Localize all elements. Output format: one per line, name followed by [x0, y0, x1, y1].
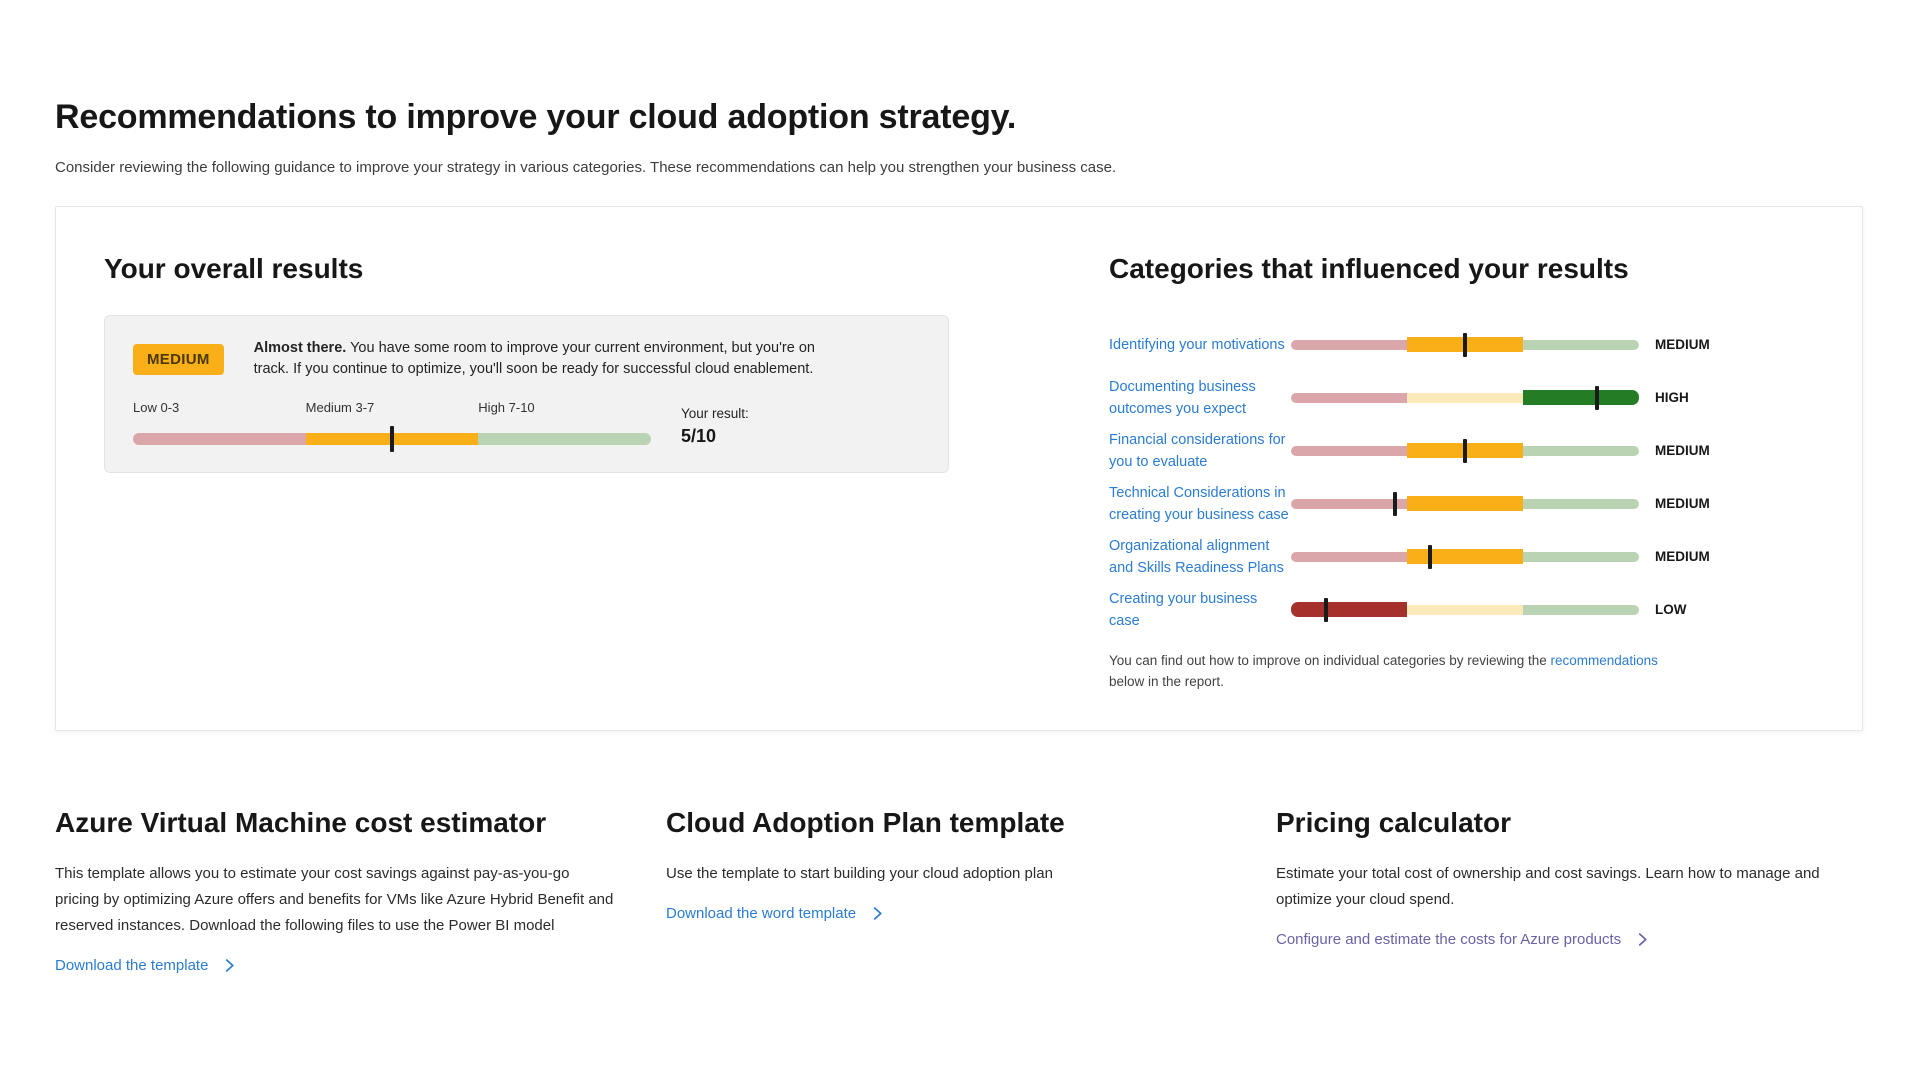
category-label[interactable]: Identifying your motivations	[1109, 334, 1291, 356]
score-marker	[1428, 545, 1432, 569]
bar-segment-low	[133, 433, 306, 445]
score-marker	[1463, 439, 1467, 463]
category-row: Organizational alignment and Skills Read…	[1109, 530, 1799, 583]
bar-segment-high	[1523, 390, 1639, 405]
download-template-link[interactable]: Download the template	[55, 957, 236, 974]
category-level: MEDIUM	[1655, 549, 1710, 564]
overall-score-bar	[133, 426, 651, 452]
chevron-right-icon	[223, 959, 236, 972]
category-row: Identifying your motivations MEDIUM	[1109, 318, 1799, 371]
bar-segment-medium	[1407, 605, 1523, 615]
category-bar-track	[1291, 549, 1639, 565]
categories-heading: Categories that influenced your results	[1109, 253, 1799, 285]
footnote-text-after: below in the report.	[1109, 674, 1224, 689]
page: Recommendations to improve your cloud ad…	[0, 0, 1920, 975]
categories-section: Categories that influenced your results …	[1109, 253, 1799, 692]
page-title: Recommendations to improve your cloud ad…	[55, 0, 1865, 137]
chevron-right-icon	[1636, 933, 1649, 946]
category-bar	[1291, 545, 1639, 569]
category-label[interactable]: Creating your business case	[1109, 588, 1291, 632]
bar-segment-low	[1291, 340, 1407, 350]
resource-description: This template allows you to estimate you…	[55, 861, 617, 939]
category-label[interactable]: Financial considerations for you to eval…	[1109, 429, 1291, 473]
bar-segment-medium	[1407, 496, 1523, 511]
scale-label: High 7-10	[478, 400, 534, 415]
bar-segment-high	[1523, 340, 1639, 350]
category-bar	[1291, 439, 1639, 463]
overall-panel: MEDIUM Almost there. You have some room …	[104, 315, 949, 473]
configure-estimate-costs-link[interactable]: Configure and estimate the costs for Azu…	[1276, 931, 1649, 948]
category-bar-track	[1291, 496, 1639, 512]
scale-label: Medium 3-7	[306, 400, 375, 415]
score-marker	[1324, 598, 1328, 622]
score-marker	[1595, 386, 1599, 410]
overall-summary-bold: Almost there.	[254, 340, 347, 356]
bar-segment-low	[1291, 602, 1407, 617]
categories-footnote: You can find out how to improve on indiv…	[1109, 650, 1677, 692]
resource-title: Cloud Adoption Plan template	[666, 807, 1276, 839]
overall-bar-block: Low 0-3 Medium 3-7 High 7-10	[133, 400, 651, 452]
resources-row: Azure Virtual Machine cost estimator Thi…	[55, 807, 1865, 975]
overall-level-badge: MEDIUM	[133, 344, 224, 375]
category-bar-track	[1291, 602, 1639, 618]
resource-link-label: Configure and estimate the costs for Azu…	[1276, 931, 1621, 948]
bar-segment-low	[1291, 393, 1407, 403]
footnote-text-before: You can find out how to improve on indiv…	[1109, 653, 1551, 668]
result-block: Your result: 5/10	[681, 400, 749, 447]
scale-label: Low 0-3	[133, 400, 179, 415]
chevron-right-icon	[871, 907, 884, 920]
overall-panel-bottom: Low 0-3 Medium 3-7 High 7-10 Your result: …	[133, 400, 920, 452]
bar-segment-high	[478, 433, 651, 445]
resource-link-label: Download the word template	[666, 905, 856, 922]
results-card: Your overall results MEDIUM Almost there…	[55, 206, 1863, 731]
bar-segment-high	[1523, 499, 1639, 509]
category-row: Documenting business outcomes you expect…	[1109, 371, 1799, 424]
bar-segment-medium	[1407, 549, 1523, 564]
bar-segment-high	[1523, 552, 1639, 562]
resource-card-vm-cost-estimator: Azure Virtual Machine cost estimator Thi…	[55, 807, 666, 975]
bar-segment-low	[1291, 446, 1407, 456]
download-word-template-link[interactable]: Download the word template	[666, 905, 884, 922]
scale-labels: Low 0-3 Medium 3-7 High 7-10	[133, 400, 651, 418]
resource-card-adoption-plan: Cloud Adoption Plan template Use the tem…	[666, 807, 1276, 975]
category-label[interactable]: Documenting business outcomes you expect	[1109, 376, 1291, 420]
category-bar	[1291, 598, 1639, 622]
resource-title: Pricing calculator	[1276, 807, 1865, 839]
category-bar	[1291, 492, 1639, 516]
category-level: MEDIUM	[1655, 443, 1710, 458]
category-row: Financial considerations for you to eval…	[1109, 424, 1799, 477]
resource-link-label: Download the template	[55, 957, 208, 974]
category-rows: Identifying your motivations MEDIUM Docu…	[1109, 318, 1799, 636]
result-value: 5/10	[681, 426, 749, 447]
overall-score-marker	[390, 426, 394, 452]
resource-description: Estimate your total cost of ownership an…	[1276, 861, 1842, 913]
bar-segment-low	[1291, 552, 1407, 562]
category-bar	[1291, 386, 1639, 410]
category-level: HIGH	[1655, 390, 1689, 405]
bar-segment-medium	[1407, 393, 1523, 403]
resource-title: Azure Virtual Machine cost estimator	[55, 807, 666, 839]
result-label: Your result:	[681, 406, 749, 421]
score-marker	[1393, 492, 1397, 516]
category-label[interactable]: Organizational alignment and Skills Read…	[1109, 535, 1291, 579]
overall-summary: Almost there. You have some room to impr…	[254, 338, 836, 380]
category-row: Creating your business case LOW	[1109, 583, 1799, 636]
category-label[interactable]: Technical Considerations in creating you…	[1109, 482, 1291, 526]
resource-card-pricing-calculator: Pricing calculator Estimate your total c…	[1276, 807, 1865, 975]
score-marker	[1463, 333, 1467, 357]
recommendations-link[interactable]: recommendations	[1551, 653, 1658, 668]
overall-panel-top: MEDIUM Almost there. You have some room …	[133, 338, 920, 380]
category-level: LOW	[1655, 602, 1687, 617]
bar-segment-high	[1523, 446, 1639, 456]
bar-segment-low	[1291, 499, 1407, 509]
category-bar-track	[1291, 390, 1639, 406]
page-subtitle: Consider reviewing the following guidanc…	[55, 159, 1865, 176]
category-bar	[1291, 333, 1639, 357]
category-level: MEDIUM	[1655, 496, 1710, 511]
resource-description: Use the template to start building your …	[666, 861, 1186, 887]
category-row: Technical Considerations in creating you…	[1109, 477, 1799, 530]
bar-segment-high	[1523, 605, 1639, 615]
category-level: MEDIUM	[1655, 337, 1710, 352]
